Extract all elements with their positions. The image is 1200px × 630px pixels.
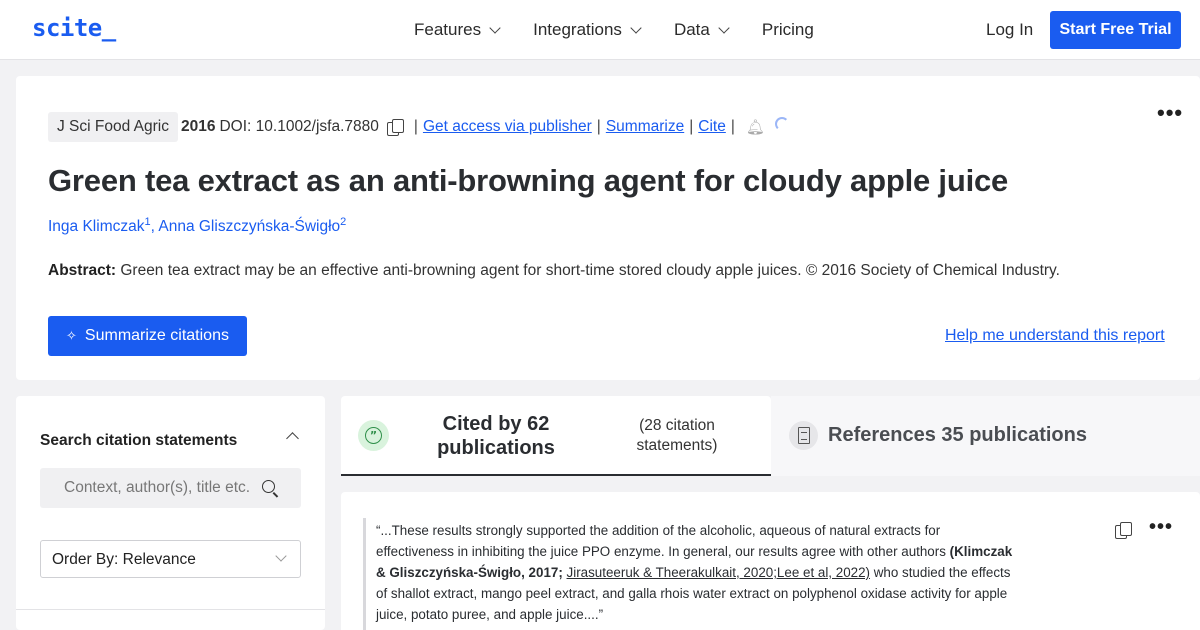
tab-references[interactable]: References 35 publications (771, 396, 1200, 476)
citation-text: “...These results strongly supported the… (376, 520, 1016, 625)
citation-search-input[interactable] (40, 468, 270, 508)
chevron-down-icon (630, 21, 642, 34)
more-options-icon[interactable]: ••• (1149, 516, 1173, 539)
nav-menu: Features Integrations Data Pricing (414, 20, 814, 40)
summarize-citations-label: Summarize citations (84, 327, 229, 344)
start-free-trial-button[interactable]: Start Free Trial (1050, 11, 1181, 49)
nav-features[interactable]: Features (414, 20, 501, 40)
quote-bar (363, 518, 366, 630)
search-box (40, 468, 301, 508)
journal-badge: J Sci Food Agric (48, 112, 178, 142)
login-link[interactable]: Log In (986, 20, 1033, 40)
cite-link[interactable]: Cite (698, 118, 726, 136)
loading-spinner-icon (774, 117, 789, 131)
copy-icon[interactable] (386, 119, 404, 136)
paper-header-card: J Sci Food Agric 2016 DOI: 10.1002/jsfa.… (16, 76, 1200, 380)
chevron-down-icon (489, 21, 501, 34)
paper-meta: J Sci Food Agric 2016 DOI: 10.1002/jsfa.… (48, 112, 789, 142)
separator: | (413, 118, 418, 135)
abstract-text: Green tea extract may be an effective an… (116, 262, 1060, 279)
references-label: References 35 publications (828, 424, 1087, 446)
citation-statements-count: (28 citation statements) (636, 417, 718, 454)
quote-bubble-icon: ” (358, 420, 389, 451)
citation-search-panel: Search citation statements Order By: Rel… (16, 396, 325, 630)
summarize-link[interactable]: Summarize (606, 118, 684, 136)
search-icon[interactable] (262, 480, 275, 493)
citation-statement-card: “...These results strongly supported the… (341, 492, 1200, 630)
tab-cited-by[interactable]: ” Cited by 62 publications (28 citation … (341, 396, 771, 476)
document-icon (789, 421, 818, 450)
top-nav: scite_ Features Integrations Data Pricin… (0, 0, 1200, 60)
access-publisher-link[interactable]: Get access via publisher (423, 118, 592, 136)
author-list: Inga Klimczak1, Anna Gliszczyńska-Świgło… (48, 216, 346, 236)
more-options-icon[interactable]: ••• (1157, 100, 1183, 126)
author-affiliation: 2 (340, 216, 347, 228)
order-by-value: Order By: Relevance (52, 551, 196, 568)
chevron-down-icon (718, 21, 730, 34)
help-understand-link[interactable]: Help me understand this report (945, 327, 1165, 345)
chevron-up-icon[interactable] (286, 432, 299, 445)
nav-integrations[interactable]: Integrations (533, 20, 642, 40)
cited-by-label: Cited by 62 publications (437, 413, 555, 459)
separator: | (689, 118, 694, 135)
summarize-citations-button[interactable]: ✧ Summarize citations (48, 316, 247, 356)
copy-icon[interactable] (1115, 522, 1132, 539)
abstract-label: Abstract: (48, 262, 117, 279)
chevron-down-icon (275, 550, 287, 562)
scite-logo[interactable]: scite_ (32, 14, 116, 42)
author-link[interactable]: Inga Klimczak (48, 218, 144, 235)
divider (16, 609, 325, 610)
citation-reference-link[interactable]: Jirasuteeruk & Theerakulkait, 2020;Lee e… (567, 565, 870, 580)
magic-wand-icon: ✧ (66, 328, 77, 343)
separator: | (596, 118, 601, 135)
nav-data[interactable]: Data (674, 20, 730, 40)
paper-title: Green tea extract as an anti-browning ag… (48, 163, 1009, 198)
nav-pricing[interactable]: Pricing (762, 20, 814, 40)
order-by-select[interactable]: Order By: Relevance (40, 540, 301, 578)
citation-text-part: “...These results strongly supported the… (376, 523, 950, 559)
separator: | (730, 118, 735, 135)
publication-year: 2016 (181, 118, 216, 135)
abstract: Abstract: Green tea extract may be an ef… (48, 262, 1060, 280)
search-panel-title: Search citation statements (40, 432, 238, 449)
bell-icon[interactable]: 🔔︎ (746, 118, 765, 136)
doi-text: DOI: 10.1002/jsfa.7880 (219, 118, 379, 135)
author-link[interactable]: Anna Gliszczyńska-Świgło (158, 218, 340, 235)
